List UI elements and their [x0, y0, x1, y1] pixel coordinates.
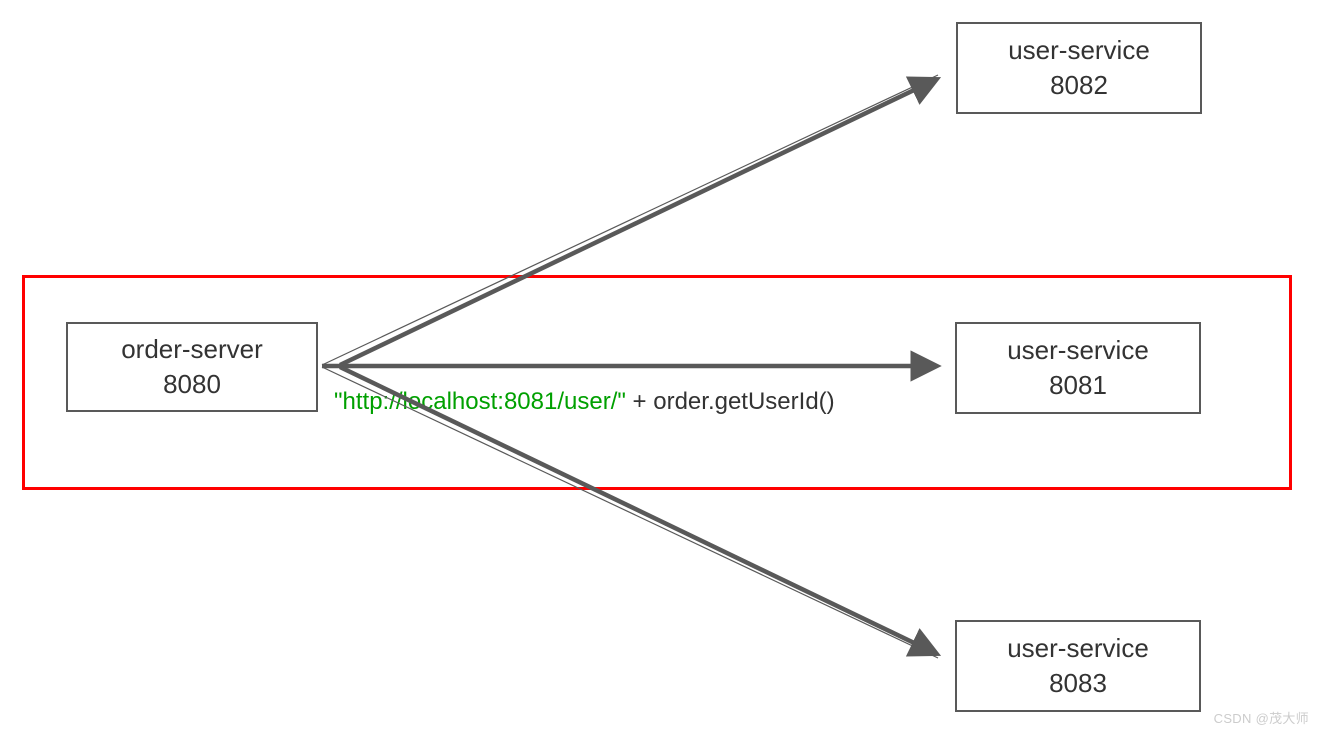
user-service-8081-node: user-service 8081	[955, 322, 1201, 414]
order-server-port: 8080	[163, 367, 221, 402]
user-service-8081-name: user-service	[1007, 333, 1149, 368]
user-service-8083-node: user-service 8083	[955, 620, 1201, 712]
edge-label-suffix: + order.getUserId()	[626, 388, 835, 415]
user-service-8083-port: 8083	[1049, 666, 1107, 701]
user-service-8082-port: 8082	[1050, 68, 1108, 103]
user-service-8081-port: 8081	[1049, 368, 1107, 403]
user-service-8083-name: user-service	[1007, 631, 1149, 666]
user-service-8082-node: user-service 8082	[956, 22, 1202, 114]
watermark: CSDN @茂大师	[1214, 708, 1309, 727]
edge-label: "http://localhost:8081/user/" + order.ge…	[334, 388, 835, 416]
user-service-8082-name: user-service	[1008, 33, 1150, 68]
order-server-node: order-server 8080	[66, 322, 318, 412]
order-server-name: order-server	[121, 332, 263, 367]
edge-label-url: "http://localhost:8081/user/"	[334, 388, 626, 415]
